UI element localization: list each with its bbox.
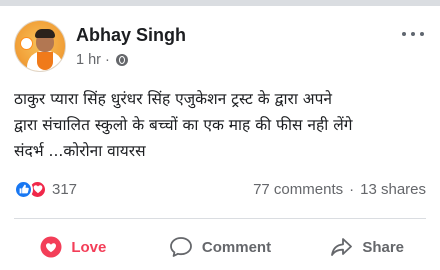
party-logo-icon — [20, 37, 33, 50]
post-meta: 1 hr · — [76, 51, 128, 69]
meta-separator: · — [105, 52, 110, 68]
more-options-button[interactable] — [400, 24, 426, 44]
comment-icon — [170, 237, 192, 257]
post-timestamp[interactable]: 1 hr — [76, 52, 101, 68]
share-button[interactable]: Share — [293, 229, 440, 265]
love-button[interactable]: Love — [0, 229, 147, 265]
post-text-line: संदर्भ ...कोरोना वायरस — [14, 142, 146, 160]
comments-count-link[interactable]: 77 comments — [253, 181, 343, 198]
more-dot-icon — [411, 32, 415, 36]
counts-separator: · — [349, 180, 355, 198]
like-icon — [14, 179, 33, 199]
share-label: Share — [362, 238, 405, 256]
comment-button[interactable]: Comment — [147, 229, 294, 265]
post-stats: 317 77 comments · 13 shares — [14, 178, 426, 200]
love-reaction-icon — [40, 236, 62, 258]
author-avatar[interactable] — [14, 20, 66, 72]
post-header: Abhay Singh 1 hr · — [14, 20, 426, 72]
author-name[interactable]: Abhay Singh — [76, 25, 186, 46]
action-divider — [14, 218, 426, 219]
more-dot-icon — [402, 32, 406, 36]
more-dot-icon — [420, 32, 424, 36]
share-icon — [331, 238, 353, 256]
shares-count-link[interactable]: 13 shares — [360, 181, 426, 198]
globe-icon — [115, 54, 128, 66]
engagement-counts: 77 comments · 13 shares — [253, 181, 426, 198]
reaction-count: 317 — [52, 180, 78, 198]
post-text: ठाकुर प्यारा सिंह धुरंधर सिंह एजुकेशन ट्… — [14, 86, 434, 164]
love-label: Love — [71, 238, 107, 256]
post-card: Abhay Singh 1 hr · ठाकुर प्यारा सिंह धुर… — [0, 6, 440, 270]
post-text-line: ठाकुर प्यारा सिंह धुरंधर सिंह एजुकेशन ट्… — [14, 90, 333, 108]
post-actions: Love Comment Share — [0, 224, 440, 270]
reactions-summary[interactable]: 317 — [14, 179, 78, 199]
comment-label: Comment — [201, 238, 272, 256]
post-text-line: द्वारा संचालित स्कुलो के बच्चों का एक मा… — [14, 116, 353, 134]
